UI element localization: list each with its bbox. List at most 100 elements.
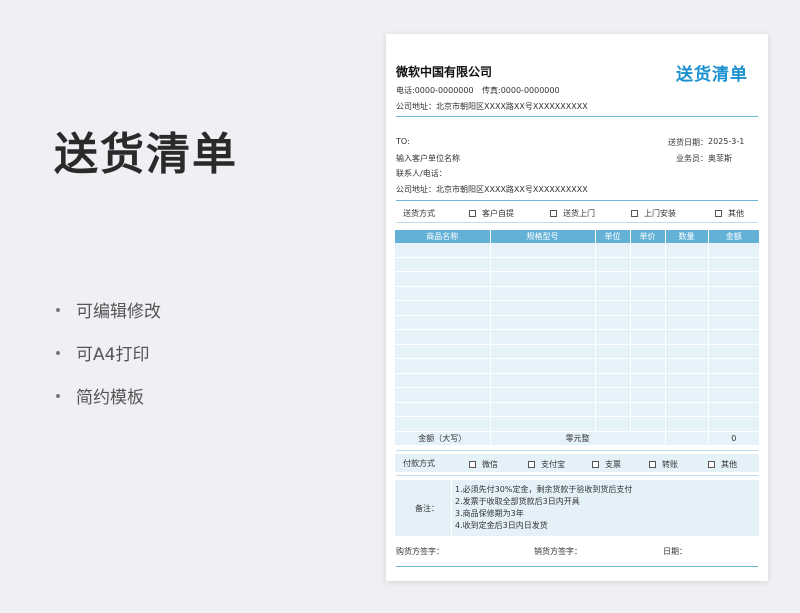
table-cell[interactable] (630, 402, 666, 417)
table-cell[interactable] (490, 344, 596, 359)
table-cell[interactable] (708, 373, 759, 388)
table-cell[interactable] (490, 286, 596, 301)
customer-name[interactable]: 输入客户单位名称 (396, 153, 460, 164)
table-cell[interactable] (708, 358, 759, 374)
checkbox-icon[interactable] (528, 461, 535, 468)
table-cell[interactable] (708, 402, 759, 417)
table-cell[interactable] (595, 243, 631, 258)
payment-option[interactable]: 转账 (649, 459, 678, 470)
table-cell[interactable] (490, 300, 596, 316)
table-cell[interactable] (630, 271, 666, 287)
notes-content[interactable]: 1.必须先付30%定金，剩余货款于验收到货后支付 2.发票于收取全部货款后3日内… (451, 480, 759, 536)
table-cell[interactable] (630, 416, 666, 432)
table-cell[interactable] (665, 344, 709, 359)
checkbox-icon[interactable] (631, 210, 638, 217)
table-cell[interactable] (665, 329, 709, 345)
signature-date-label[interactable]: 日期： (663, 546, 687, 557)
table-cell[interactable] (630, 344, 666, 359)
payment-option[interactable]: 支票 (592, 459, 621, 470)
delivery-option[interactable]: 送货上门 (550, 208, 595, 219)
table-cell[interactable] (665, 373, 709, 388)
table-cell[interactable] (708, 286, 759, 301)
delivery-option[interactable]: 其他 (715, 208, 744, 219)
table-cell[interactable] (630, 286, 666, 301)
table-cell[interactable] (630, 387, 666, 403)
table-cell[interactable] (595, 402, 631, 417)
checkbox-icon[interactable] (469, 210, 476, 217)
checkbox-icon[interactable] (708, 461, 715, 468)
table-cell[interactable] (630, 329, 666, 345)
table-cell[interactable] (395, 416, 491, 432)
table-cell[interactable] (490, 271, 596, 287)
table-cell[interactable] (595, 300, 631, 316)
table-cell[interactable] (665, 257, 709, 272)
table-cell[interactable] (708, 271, 759, 287)
table-cell[interactable] (595, 315, 631, 330)
payment-option[interactable]: 其他 (708, 459, 737, 470)
table-cell[interactable] (395, 402, 491, 417)
table-cell[interactable] (395, 257, 491, 272)
date-value[interactable]: 2025-3-1 (708, 137, 744, 146)
table-cell[interactable] (630, 243, 666, 258)
table-cell[interactable] (708, 387, 759, 403)
table-cell[interactable] (490, 243, 596, 258)
table-cell[interactable] (595, 416, 631, 432)
table-cell[interactable] (630, 257, 666, 272)
table-cell[interactable] (395, 300, 491, 316)
table-cell[interactable] (595, 257, 631, 272)
table-cell[interactable] (395, 387, 491, 403)
total-value[interactable]: 0 (708, 431, 759, 446)
table-cell[interactable] (490, 257, 596, 272)
table-cell[interactable] (395, 243, 491, 258)
table-cell[interactable] (665, 358, 709, 374)
table-cell[interactable] (665, 402, 709, 417)
table-cell[interactable] (395, 358, 491, 374)
payment-option[interactable]: 支付宝 (528, 459, 565, 470)
table-cell[interactable] (490, 416, 596, 432)
table-cell[interactable] (595, 373, 631, 388)
table-cell[interactable] (708, 329, 759, 345)
table-cell[interactable] (630, 373, 666, 388)
table-cell[interactable] (395, 315, 491, 330)
contact-label[interactable]: 联系人/电话： (396, 168, 447, 179)
table-cell[interactable] (595, 358, 631, 374)
table-cell[interactable] (395, 344, 491, 359)
checkbox-icon[interactable] (592, 461, 599, 468)
table-cell[interactable] (630, 300, 666, 316)
checkbox-icon[interactable] (469, 461, 476, 468)
table-cell[interactable] (490, 315, 596, 330)
table-cell[interactable] (395, 286, 491, 301)
table-cell[interactable] (395, 373, 491, 388)
table-cell[interactable] (708, 344, 759, 359)
table-cell[interactable] (490, 373, 596, 388)
table-cell[interactable] (708, 315, 759, 330)
table-cell[interactable] (665, 315, 709, 330)
table-cell[interactable] (595, 344, 631, 359)
table-cell[interactable] (490, 402, 596, 417)
table-cell[interactable] (595, 271, 631, 287)
table-cell[interactable] (708, 257, 759, 272)
table-cell[interactable] (708, 416, 759, 432)
table-cell[interactable] (665, 387, 709, 403)
table-cell[interactable] (665, 243, 709, 258)
table-cell[interactable] (595, 387, 631, 403)
table-cell[interactable] (595, 286, 631, 301)
payment-option[interactable]: 微信 (469, 459, 498, 470)
delivery-option[interactable]: 上门安装 (631, 208, 676, 219)
total-in-words[interactable]: 零元整 (490, 431, 666, 446)
table-cell[interactable] (708, 243, 759, 258)
checkbox-icon[interactable] (649, 461, 656, 468)
table-cell[interactable] (665, 286, 709, 301)
salesperson-value[interactable]: 奥菲斯 (708, 153, 732, 164)
table-cell[interactable] (665, 300, 709, 316)
table-cell[interactable] (630, 315, 666, 330)
checkbox-icon[interactable] (715, 210, 722, 217)
table-cell[interactable] (708, 300, 759, 316)
table-cell[interactable] (490, 387, 596, 403)
customer-address[interactable]: 公司地址：北京市朝阳区XXXX路XX号XXXXXXXXXX (396, 184, 588, 195)
table-cell[interactable] (665, 416, 709, 432)
table-cell[interactable] (630, 358, 666, 374)
delivery-option[interactable]: 客户自提 (469, 208, 514, 219)
table-cell[interactable] (490, 358, 596, 374)
table-cell[interactable] (595, 329, 631, 345)
